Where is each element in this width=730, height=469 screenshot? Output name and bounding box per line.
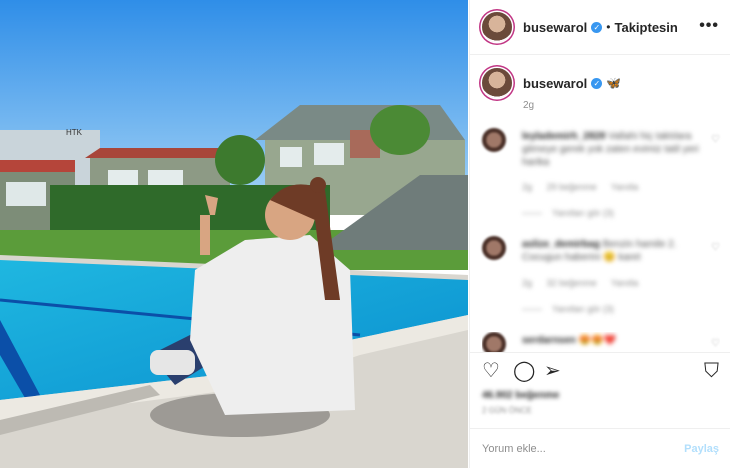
author-username[interactable]: busewarol	[523, 20, 587, 35]
comment-time: 2g	[522, 182, 533, 192]
caption-avatar[interactable]	[482, 68, 512, 98]
comment-like-icon[interactable]: ♡	[711, 338, 720, 349]
view-replies-button[interactable]: Yanıtları gör (3)	[522, 208, 614, 218]
butterfly-emoji: 🦋	[606, 76, 622, 90]
comment-avatar[interactable]	[482, 128, 506, 152]
comment-avatar[interactable]	[482, 236, 506, 260]
comment-username[interactable]: leylademirh_2828	[522, 131, 605, 142]
comment-meta: 2g 29 beğenme Yanıtla	[522, 182, 650, 192]
like-heart-icon[interactable]: ♡	[482, 361, 500, 381]
comment-username[interactable]: serdarnsen	[522, 335, 576, 346]
save-bookmark-icon[interactable]: ⛉	[704, 361, 719, 381]
instagram-post-modal: HTK busewarol ✓ • Takiptesin ••• busewar…	[0, 0, 730, 468]
comment-username[interactable]: aslize_demirbag	[522, 239, 600, 250]
caption-username[interactable]: busewarol	[523, 76, 587, 91]
post-side-panel: busewarol ✓ • Takiptesin ••• busewarol ✓…	[469, 0, 730, 468]
comment-bubble-icon[interactable]: ◯	[513, 361, 535, 381]
view-replies-button[interactable]: Yanıtları gör (3)	[522, 304, 614, 314]
comment-like-icon[interactable]: ♡	[711, 242, 720, 253]
verified-badge-icon: ✓	[591, 21, 603, 33]
comment-likes[interactable]: 29 beğenme	[547, 182, 597, 192]
comment-reply-button[interactable]: Yanıtla	[611, 182, 638, 192]
post-date: 2 GÜN ÖNCE	[482, 406, 532, 415]
header-separator: •	[606, 20, 611, 34]
caption-time: 2g	[523, 100, 535, 111]
verified-badge-icon: ✓	[591, 77, 603, 89]
follow-status[interactable]: Takiptesin	[615, 20, 678, 35]
comment-like-icon[interactable]: ♡	[711, 134, 720, 145]
building-sign: HTK	[66, 128, 83, 137]
comment-likes[interactable]: 32 beğenme	[547, 278, 597, 288]
comment-text-block: serdarnsen 😍😍❤️	[522, 334, 702, 347]
comment-text-block: aslize_demirbag Benzin hamile 2. Cocugun…	[522, 238, 702, 264]
post-comment-button[interactable]: Paylaş	[684, 443, 719, 455]
comment-item: aslize_demirbag Benzin hamile 2. Cocugun…	[482, 236, 720, 326]
comment-time: 2g	[522, 278, 533, 288]
comment-text: 😍😍❤️	[578, 335, 617, 346]
post-photo: HTK	[0, 0, 468, 468]
share-paper-plane-icon[interactable]: ➢	[544, 361, 561, 381]
caption: busewarol ✓ 🦋	[482, 68, 621, 98]
comment-item: leylademirh_2828 Vallahi hiç taktılara g…	[482, 128, 720, 228]
author-avatar[interactable]	[482, 12, 512, 42]
comment-avatar[interactable]	[482, 332, 506, 352]
comment-text-block: leylademirh_2828 Vallahi hiç taktılara g…	[522, 130, 702, 169]
post-header: busewarol ✓ • Takiptesin •••	[470, 0, 730, 55]
comment-meta: 2g 32 beğenme Yanıtla	[522, 278, 650, 288]
comment-reply-button[interactable]: Yanıtla	[611, 278, 638, 288]
comment-input[interactable]: Yorum ekle...	[482, 443, 546, 455]
likes-count[interactable]: 46.902 beğenme	[482, 390, 559, 401]
more-options-icon[interactable]: •••	[699, 17, 719, 35]
post-action-bar: ♡ ◯ ➢ ⛉	[470, 352, 730, 389]
add-comment-bar: Yorum ekle... Paylaş	[470, 428, 730, 469]
comment-item: serdarnsen 😍😍❤️ ♡	[482, 332, 720, 352]
pool-scene-image: HTK	[0, 0, 468, 468]
